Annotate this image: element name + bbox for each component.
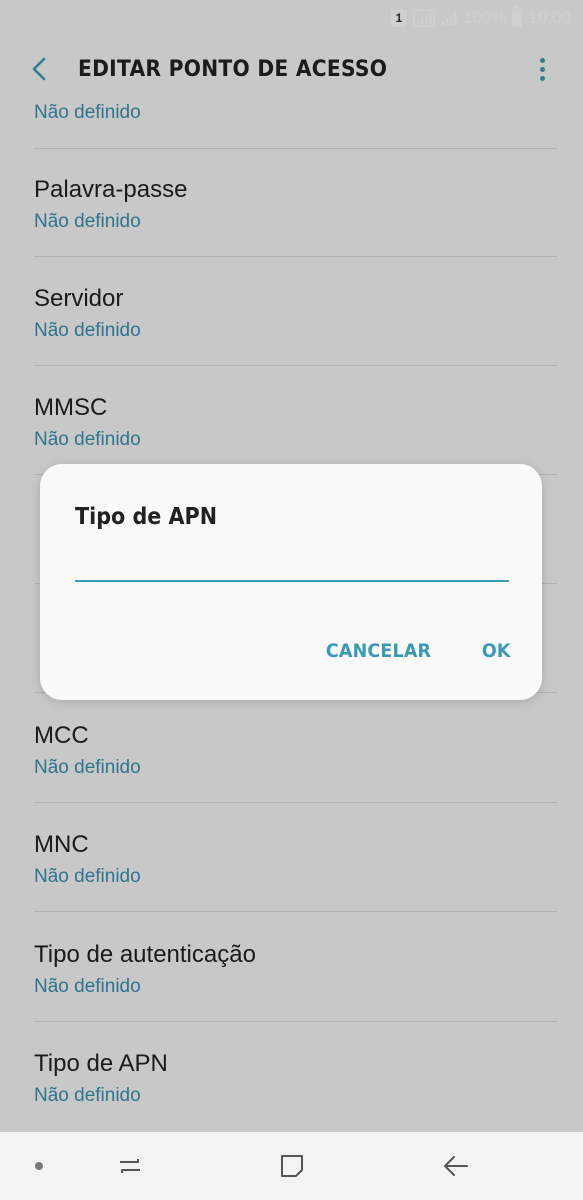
ok-button[interactable]: OK xyxy=(480,636,512,666)
apn-type-input[interactable] xyxy=(75,552,509,582)
apn-type-dialog: Tipo de APN CANCELAR OK xyxy=(40,464,542,700)
dialog-title: Tipo de APN xyxy=(75,504,218,530)
dot-icon xyxy=(35,1162,43,1170)
recent-apps-icon xyxy=(120,1159,140,1173)
cancel-button[interactable]: CANCELAR xyxy=(324,636,433,666)
home-icon xyxy=(281,1155,303,1177)
back-nav-button[interactable] xyxy=(436,1132,476,1200)
home-button[interactable] xyxy=(272,1132,312,1200)
navigation-bar xyxy=(0,1132,583,1200)
screen: 1 100% 10:00 EDITAR PONTO DE ACESSO Não … xyxy=(0,0,583,1200)
nav-dot-button[interactable] xyxy=(24,1132,54,1200)
recent-apps-button[interactable] xyxy=(110,1132,150,1200)
back-arrow-icon xyxy=(444,1156,468,1176)
